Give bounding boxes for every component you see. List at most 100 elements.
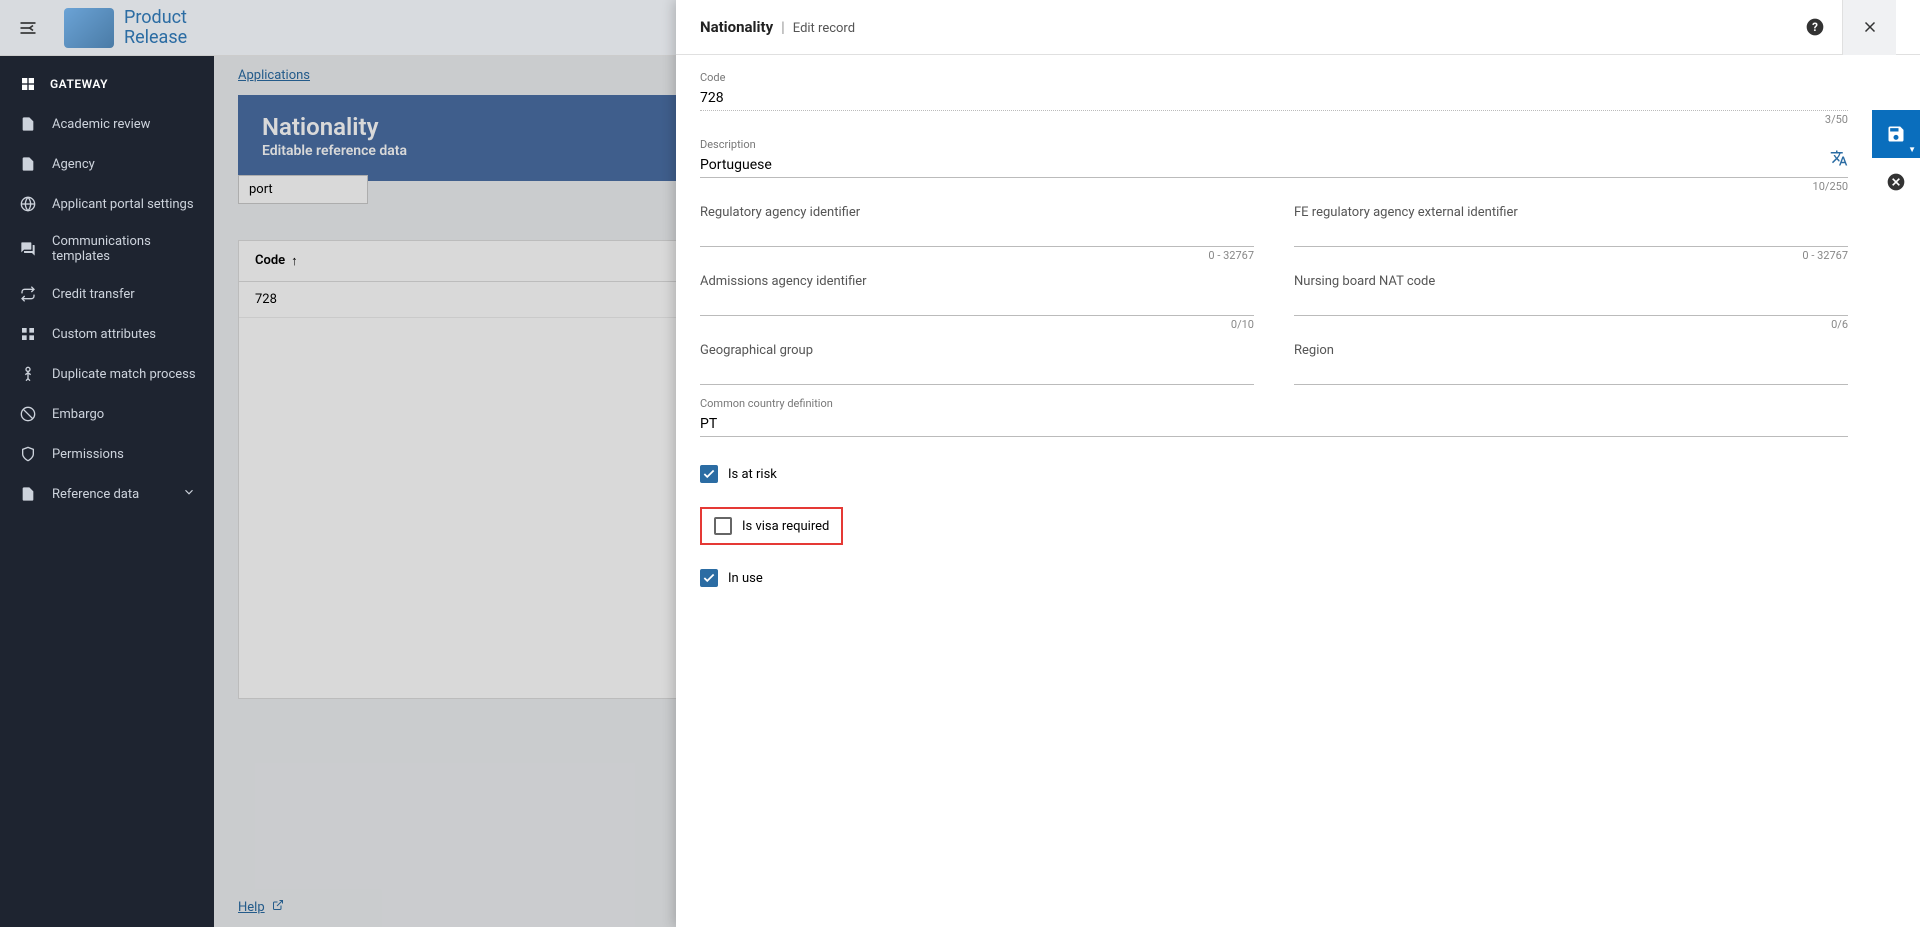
document-icon [18,114,38,134]
checkbox-checked-icon [700,569,718,587]
highlighted-field: Is visa required [700,507,843,545]
checkbox-unchecked-icon [714,517,732,535]
help-icon: ? [1805,17,1825,37]
checkbox-is-at-risk[interactable]: Is at risk [700,465,1848,483]
admissions-hint: 0/10 [700,318,1254,331]
sidebar-heading: GATEWAY [0,64,214,104]
menu-icon [18,18,38,38]
country-def-input[interactable] [700,412,1848,437]
sidebar-item-academic-review[interactable]: Academic review [0,104,214,144]
description-hint: 10/250 [700,180,1848,193]
field-country-def: Common country definition [700,397,1848,437]
menu-toggle-button[interactable] [12,12,44,44]
code-hint: 3/50 [700,113,1848,126]
chat-icon [18,239,38,259]
field-code: Code 3/50 [700,71,1848,126]
checkbox-is-visa-required[interactable]: Is visa required [714,517,829,535]
svg-text:?: ? [1812,20,1818,34]
sidebar-item-label: Applicant portal settings [52,197,194,212]
block-icon [18,404,38,424]
save-button[interactable]: ▼ [1872,110,1920,158]
sidebar-item-applicant-portal[interactable]: Applicant portal settings [0,184,214,224]
chevron-down-icon [182,485,196,503]
sidebar-item-duplicate-match[interactable]: Duplicate match process [0,354,214,394]
sidebar-item-label: Academic review [52,117,150,132]
fe-reg-agency-input[interactable] [1294,222,1848,247]
sidebar-item-label: Embargo [52,407,104,422]
is-visa-required-label: Is visa required [742,519,829,534]
reg-agency-input[interactable] [700,222,1254,247]
nursing-hint: 0/6 [1294,318,1848,331]
close-button[interactable] [1842,0,1896,55]
description-input[interactable] [700,153,1848,178]
checkbox-checked-icon [700,465,718,483]
person-icon [18,364,38,384]
field-description: Description 10/250 [700,138,1848,193]
logo-icon [64,8,114,48]
region-input[interactable] [1294,360,1848,385]
country-def-label: Common country definition [700,397,1848,410]
translate-icon [1830,149,1848,167]
cancel-button[interactable] [1872,162,1920,202]
chevron-down-icon: ▼ [1908,145,1916,154]
modal-header: Nationality | Edit record ? [676,0,1920,55]
form-area: Code 3/50 Description 10/250 [676,55,1872,927]
code-input[interactable] [700,86,1848,111]
field-nursing: Nursing board NAT code 0/6 [1294,274,1848,331]
grid-icon [18,324,38,344]
sidebar-item-label: Permissions [52,447,124,462]
sidebar-item-communications[interactable]: Communications templates [0,224,214,274]
sidebar-item-label: Communications templates [52,234,196,264]
field-region: Region [1294,343,1848,385]
sidebar-item-label: Credit transfer [52,287,135,302]
reg-agency-hint: 0 - 32767 [700,249,1254,262]
field-fe-reg-agency: FE regulatory agency external identifier… [1294,205,1848,262]
fe-reg-agency-hint: 0 - 32767 [1294,249,1848,262]
sidebar-item-custom-attributes[interactable]: Custom attributes [0,314,214,354]
edit-record-panel: Nationality | Edit record ? Code 3/50 [676,0,1920,927]
document-icon [18,484,38,504]
sidebar-item-permissions[interactable]: Permissions [0,434,214,474]
title-separator: | [781,18,785,36]
side-toolbar: ▼ [1872,55,1920,927]
sidebar-item-reference-data[interactable]: Reference data [0,474,214,514]
sidebar-item-label: Custom attributes [52,327,156,342]
shield-icon [18,444,38,464]
sidebar-item-credit-transfer[interactable]: Credit transfer [0,274,214,314]
modal-title: Nationality [700,18,773,36]
region-label: Region [1294,343,1848,358]
sidebar: GATEWAY Academic review Agency Applicant… [0,56,214,927]
field-reg-agency: Regulatory agency identifier 0 - 32767 [700,205,1254,262]
close-icon [1861,18,1879,36]
code-label: Code [700,71,1848,84]
sidebar-item-label: Duplicate match process [52,367,196,382]
cancel-icon [1886,172,1906,192]
field-admissions: Admissions agency identifier 0/10 [700,274,1254,331]
admissions-label: Admissions agency identifier [700,274,1254,289]
geo-group-label: Geographical group [700,343,1254,358]
admissions-input[interactable] [700,291,1254,316]
sidebar-item-label: Agency [52,157,95,172]
logo-text: Product Release [124,8,187,48]
is-at-risk-label: Is at risk [728,467,777,482]
help-button[interactable]: ? [1788,0,1842,55]
description-label: Description [700,138,1848,151]
checkbox-in-use[interactable]: In use [700,569,1848,587]
nursing-label: Nursing board NAT code [1294,274,1848,289]
logo-area: Product Release [64,8,187,48]
in-use-label: In use [728,571,763,586]
sidebar-item-embargo[interactable]: Embargo [0,394,214,434]
geo-group-input[interactable] [700,360,1254,385]
reg-agency-label: Regulatory agency identifier [700,205,1254,220]
gateway-icon [18,74,38,94]
fe-reg-agency-label: FE regulatory agency external identifier [1294,205,1848,220]
document-icon [18,154,38,174]
save-icon [1886,124,1906,144]
field-geo-group: Geographical group [700,343,1254,385]
nursing-input[interactable] [1294,291,1848,316]
modal-subtitle: Edit record [793,21,855,36]
sidebar-item-agency[interactable]: Agency [0,144,214,184]
arrows-icon [18,284,38,304]
translate-button[interactable] [1830,149,1848,171]
globe-icon [18,194,38,214]
